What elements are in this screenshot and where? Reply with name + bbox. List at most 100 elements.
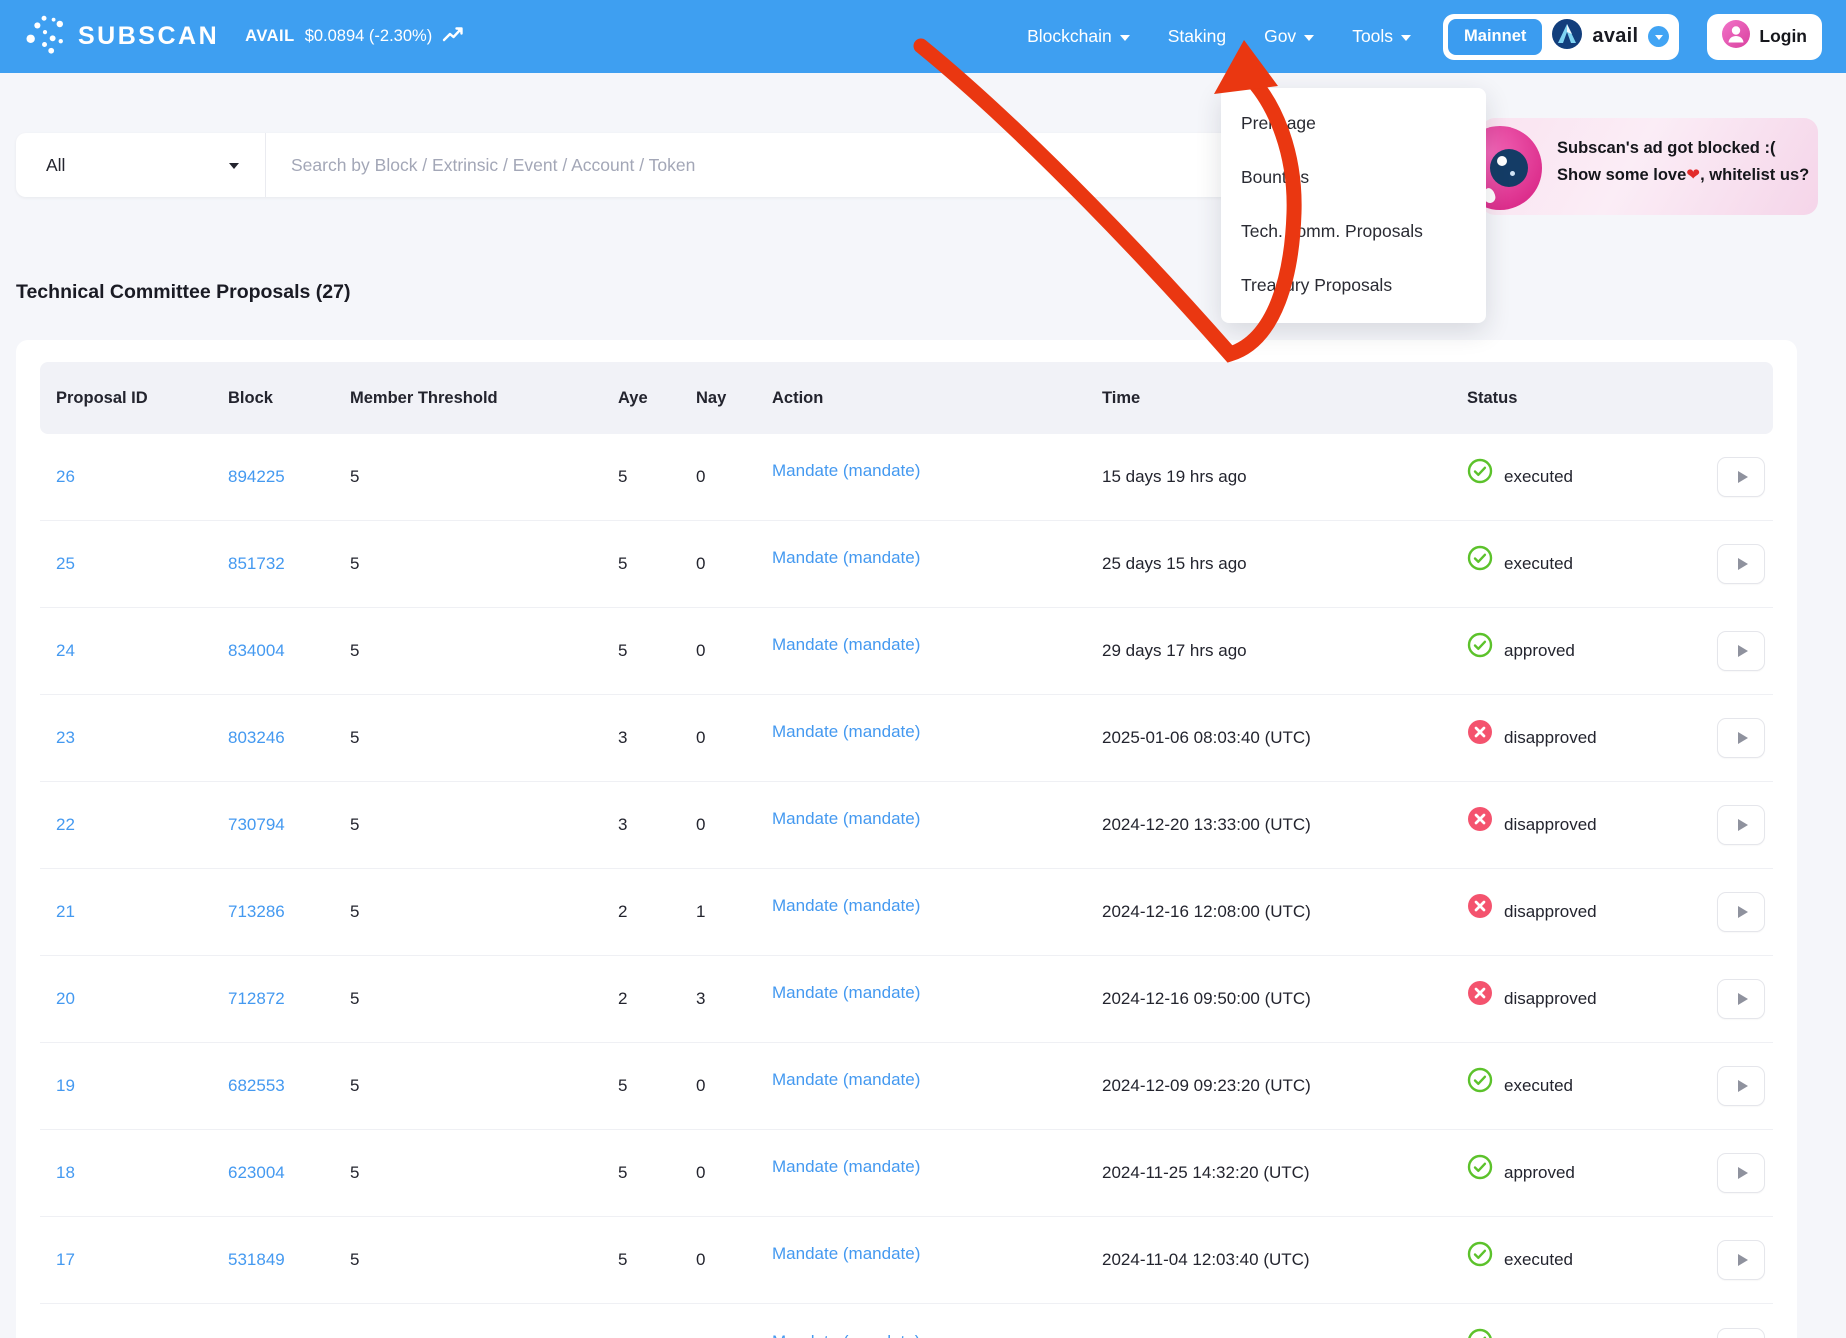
- action-link[interactable]: Mandate (mandate): [772, 896, 920, 916]
- block-link[interactable]: 531849: [228, 1250, 350, 1270]
- search-filter-select[interactable]: All: [16, 133, 266, 197]
- network-chevron-down-icon[interactable]: [1648, 26, 1669, 47]
- play-icon: [1738, 993, 1748, 1005]
- time-value: 2024-12-09 09:23:20 (UTC): [1102, 1076, 1467, 1096]
- proposal-id-link[interactable]: 26: [56, 467, 228, 487]
- play-icon: [1738, 819, 1748, 831]
- block-link[interactable]: 682553: [228, 1076, 350, 1096]
- table-row: 18623004550Mandate (mandate)2024-11-25 1…: [40, 1130, 1773, 1217]
- play-icon: [1738, 558, 1748, 570]
- row-detail-button[interactable]: [1717, 544, 1765, 584]
- nav-item-label: Blockchain: [1027, 26, 1112, 47]
- chart-icon[interactable]: [442, 25, 465, 48]
- proposal-id-link[interactable]: 21: [56, 902, 228, 922]
- proposal-id-link[interactable]: 20: [56, 989, 228, 1009]
- table-row: 22730794530Mandate (mandate)2024-12-20 1…: [40, 782, 1773, 869]
- column-header-member-threshold: Member Threshold: [350, 389, 618, 408]
- status-icon: [1467, 897, 1493, 928]
- action-cell: Mandate (mandate): [772, 815, 1102, 835]
- gov-menu-item-treasury-proposals[interactable]: Treasury Proposals: [1221, 258, 1486, 312]
- proposal-id-link[interactable]: 19: [56, 1076, 228, 1096]
- status-badge: executed: [1467, 1245, 1717, 1276]
- aye-value: 2: [618, 989, 696, 1009]
- time-value: 29 days 17 hrs ago: [1102, 641, 1467, 661]
- proposal-id-link[interactable]: 22: [56, 815, 228, 835]
- block-link[interactable]: 712872: [228, 989, 350, 1009]
- aye-value: 5: [618, 1076, 696, 1096]
- row-detail-button[interactable]: [1717, 979, 1765, 1019]
- proposal-id-link[interactable]: 24: [56, 641, 228, 661]
- status-icon: [1467, 1245, 1493, 1276]
- nay-value: 0: [696, 554, 772, 574]
- row-detail-button[interactable]: [1717, 1153, 1765, 1193]
- proposal-id-link[interactable]: 25: [56, 554, 228, 574]
- block-link[interactable]: 851732: [228, 554, 350, 574]
- member-threshold-value: 5: [350, 815, 618, 835]
- proposal-id-link[interactable]: 23: [56, 728, 228, 748]
- block-link[interactable]: 834004: [228, 641, 350, 661]
- time-value: 15 days 19 hrs ago: [1102, 467, 1467, 487]
- block-link[interactable]: 713286: [228, 902, 350, 922]
- aye-value: 5: [618, 1163, 696, 1183]
- x-circle-icon: [1467, 893, 1493, 919]
- gov-menu-item-tech-comm-proposals[interactable]: Tech. comm. Proposals: [1221, 204, 1486, 258]
- row-detail-button[interactable]: [1717, 1328, 1765, 1338]
- proposal-id-link[interactable]: 18: [56, 1163, 228, 1183]
- row-detail-button[interactable]: [1717, 1240, 1765, 1280]
- action-link[interactable]: Mandate (mandate): [772, 461, 920, 481]
- subscan-logo[interactable]: SUBSCAN: [24, 13, 219, 60]
- time-value: 2024-12-16 09:50:00 (UTC): [1102, 989, 1467, 1009]
- time-value: 25 days 15 hrs ago: [1102, 554, 1467, 574]
- status-icon: [1467, 1071, 1493, 1102]
- play-icon: [1738, 645, 1748, 657]
- login-button[interactable]: Login: [1707, 14, 1822, 60]
- status-badge: disapproved: [1467, 810, 1717, 841]
- action-link[interactable]: Mandate (mandate): [772, 548, 920, 568]
- row-detail-button[interactable]: [1717, 805, 1765, 845]
- time-value: 2024-11-25 14:32:20 (UTC): [1102, 1163, 1467, 1183]
- row-detail-button[interactable]: [1717, 892, 1765, 932]
- x-circle-icon: [1467, 719, 1493, 745]
- aye-value: 5: [618, 1250, 696, 1270]
- nay-value: 3: [696, 989, 772, 1009]
- nay-value: 0: [696, 815, 772, 835]
- block-link[interactable]: 623004: [228, 1163, 350, 1183]
- action-link[interactable]: Mandate (mandate): [772, 1157, 920, 1177]
- play-icon: [1738, 1080, 1748, 1092]
- row-detail-button[interactable]: [1717, 457, 1765, 497]
- button-cell: [1717, 1153, 1765, 1193]
- nav-item-tools[interactable]: Tools: [1352, 26, 1411, 47]
- action-link[interactable]: Mandate (mandate): [772, 809, 920, 829]
- row-detail-button[interactable]: [1717, 718, 1765, 758]
- block-link[interactable]: 894225: [228, 467, 350, 487]
- nav-item-staking[interactable]: Staking: [1168, 26, 1226, 47]
- action-link[interactable]: Mandate (mandate): [772, 722, 920, 742]
- action-link[interactable]: Mandate (mandate): [772, 635, 920, 655]
- proposal-id-link[interactable]: 17: [56, 1250, 228, 1270]
- page-title: Technical Committee Proposals (27): [16, 281, 350, 304]
- button-cell: [1717, 457, 1765, 497]
- network-switcher[interactable]: Mainnet avail: [1443, 14, 1679, 60]
- status-label: disapproved: [1504, 902, 1597, 922]
- block-link[interactable]: 803246: [228, 728, 350, 748]
- action-link[interactable]: Mandate (mandate): [772, 1332, 920, 1338]
- nav-item-gov[interactable]: Gov: [1264, 26, 1314, 47]
- nav-item-blockchain[interactable]: Blockchain: [1027, 26, 1130, 47]
- status-badge: executed: [1467, 549, 1717, 580]
- mainnet-button[interactable]: Mainnet: [1448, 19, 1542, 55]
- subscan-logo-icon: [24, 13, 66, 60]
- row-detail-button[interactable]: [1717, 631, 1765, 671]
- action-link[interactable]: Mandate (mandate): [772, 1244, 920, 1264]
- status-icon: [1467, 810, 1493, 841]
- main-nav: Blockchain Staking Gov Tools: [1027, 26, 1411, 47]
- action-link[interactable]: Mandate (mandate): [772, 1070, 920, 1090]
- block-link[interactable]: 730794: [228, 815, 350, 835]
- gov-menu-item-bounties[interactable]: Bounties: [1221, 150, 1486, 204]
- action-link[interactable]: Mandate (mandate): [772, 983, 920, 1003]
- member-threshold-value: 5: [350, 1250, 618, 1270]
- row-detail-button[interactable]: [1717, 1066, 1765, 1106]
- table-row: 23803246530Mandate (mandate)2025-01-06 0…: [40, 695, 1773, 782]
- chevron-down-icon: [1401, 35, 1411, 41]
- gov-menu-item-preimage[interactable]: Preimage: [1221, 96, 1486, 150]
- member-threshold-value: 5: [350, 641, 618, 661]
